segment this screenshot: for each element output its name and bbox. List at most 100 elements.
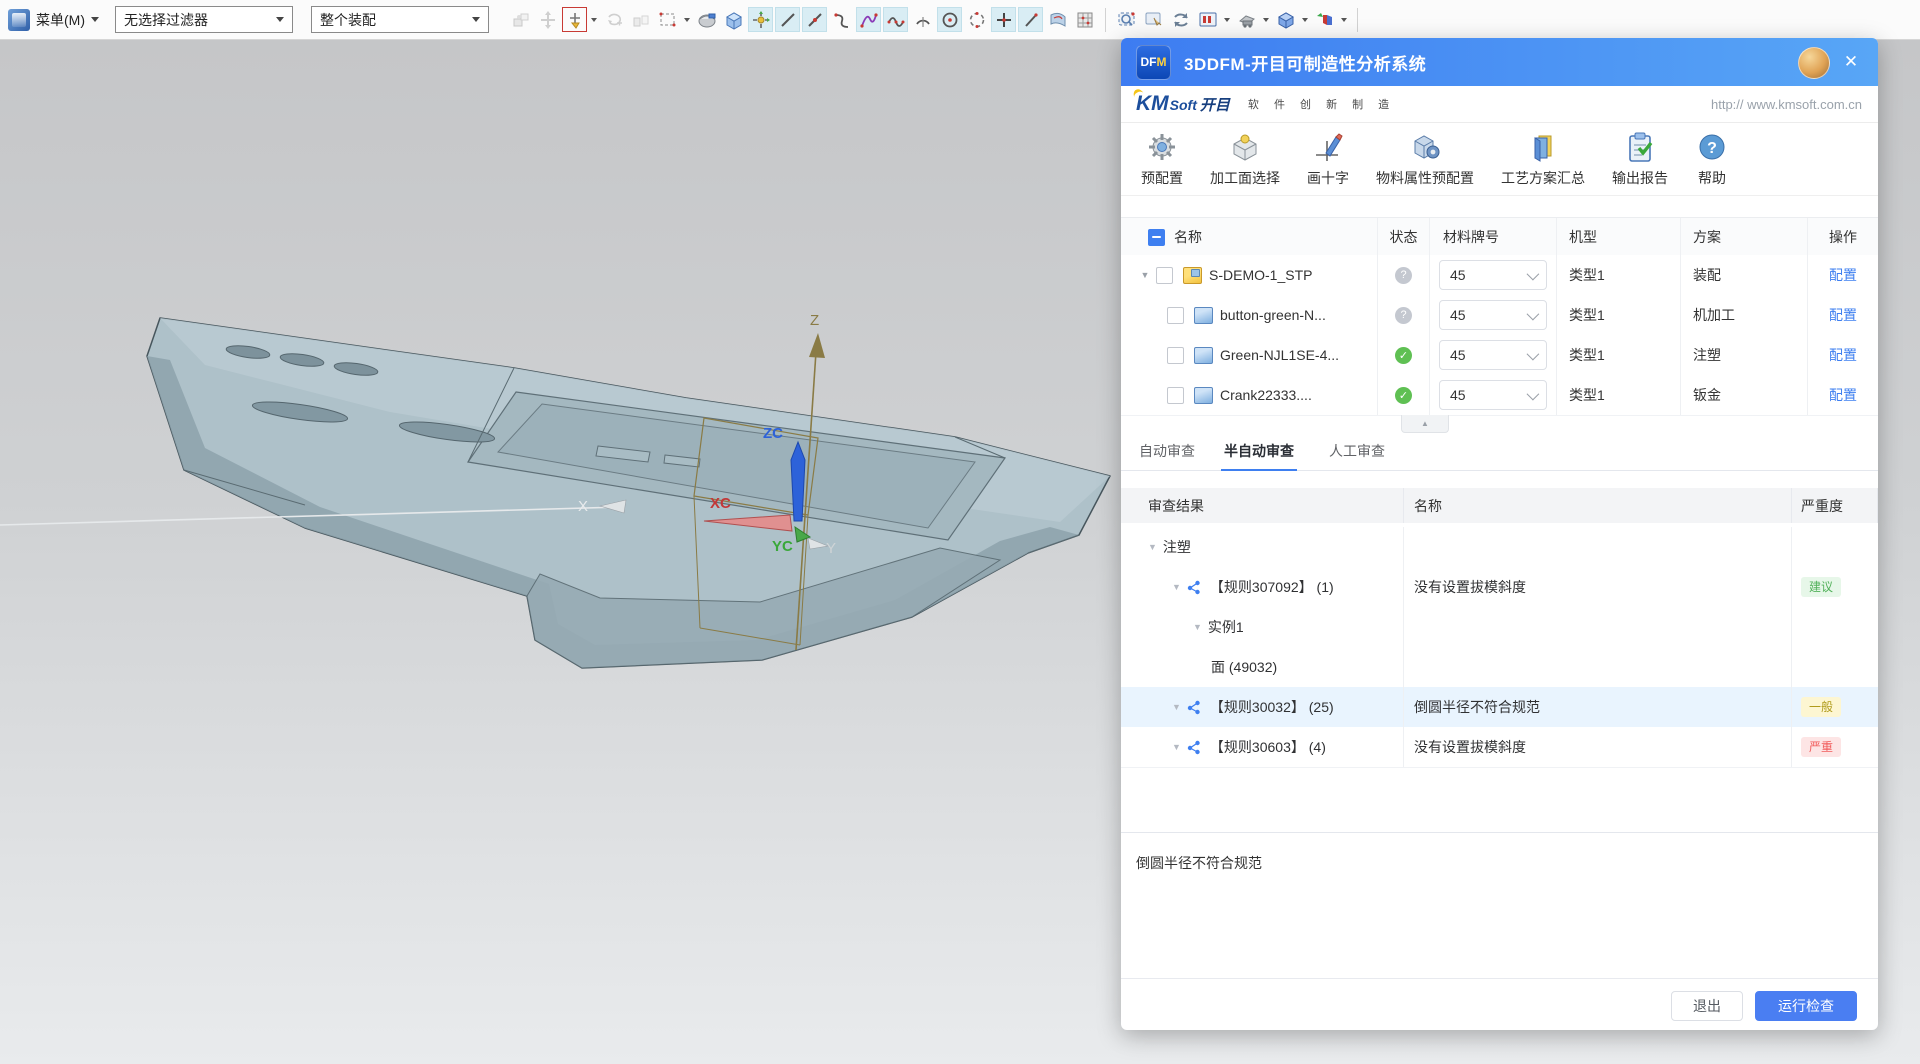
result-instance-row[interactable]: 实例1 <box>1121 607 1878 648</box>
fit-curve-icon[interactable] <box>883 7 908 32</box>
assembly-icon <box>1183 267 1202 284</box>
process-plan-summary-button[interactable]: 工艺方案汇总 <box>1501 130 1585 188</box>
dialog-titlebar[interactable]: DFM 3DDFM-开目可制造性分析系统 <box>1121 38 1878 86</box>
collapse-caret-icon[interactable] <box>1172 702 1181 712</box>
plotter-output-caret[interactable] <box>1263 18 1269 22</box>
question-icon: ? <box>1695 130 1729 164</box>
quick-point-icon[interactable] <box>991 7 1016 32</box>
part-row[interactable]: Green-NJL1SE-4... 45 类型1 注塑 配置 <box>1121 335 1878 376</box>
dfm-action-bar: 预配置 加工面选择 画十字 物料属性预配置 工艺方案汇总 输出报告 ? 帮助 <box>1121 122 1878 196</box>
row-checkbox[interactable] <box>1167 387 1184 404</box>
configure-link[interactable]: 配置 <box>1829 265 1857 285</box>
result-label: 面 (49032) <box>1211 657 1277 677</box>
collapse-table-button[interactable] <box>1401 415 1449 433</box>
collapse-caret-icon[interactable] <box>1148 542 1157 552</box>
tab-manual-review[interactable]: 人工审查 <box>1328 432 1386 469</box>
window-layout-icon[interactable] <box>1195 7 1220 32</box>
rotate-component-icon[interactable] <box>601 7 626 32</box>
snap-filter-icon[interactable] <box>562 7 587 32</box>
action-label: 工艺方案汇总 <box>1501 168 1585 188</box>
draw-cross-button[interactable]: 画十字 <box>1307 130 1349 188</box>
menu-dropdown-caret[interactable] <box>91 17 99 22</box>
sheet-surface-icon[interactable] <box>1045 7 1070 32</box>
arc-icon[interactable] <box>910 7 935 32</box>
move-component-icon[interactable] <box>535 7 560 32</box>
datum-grid-icon[interactable] <box>1072 7 1097 32</box>
result-rule-row-selected[interactable]: 【规则30032】 (25) 倒圆半径不符合规范 一般 <box>1121 687 1878 728</box>
collapse-caret-icon[interactable] <box>1172 582 1181 592</box>
column-header-action: 操作 <box>1808 218 1878 256</box>
box-select-icon <box>1228 130 1262 164</box>
datum-point-icon[interactable] <box>748 7 773 32</box>
menu-button[interactable]: 菜单(M) <box>36 10 85 30</box>
user-avatar[interactable] <box>1798 47 1830 79</box>
pencil-cross-icon <box>1311 130 1345 164</box>
result-rule-row[interactable]: 【规则30603】 (4) 没有设置拔模斜度 严重 <box>1121 727 1878 768</box>
selection-filter-select[interactable]: 无选择过滤器 <box>115 6 293 33</box>
line-icon[interactable] <box>775 7 800 32</box>
selection-rectangle-caret[interactable] <box>684 18 690 22</box>
mirror-component-icon[interactable] <box>628 7 653 32</box>
column-header-severity: 严重度 <box>1792 488 1878 523</box>
zoom-window-icon[interactable] <box>1114 7 1139 32</box>
solid-view-caret[interactable] <box>1302 18 1308 22</box>
circle-center-icon[interactable] <box>937 7 962 32</box>
window-layout-caret[interactable] <box>1224 18 1230 22</box>
visual-effects-icon[interactable] <box>1312 7 1337 32</box>
help-button[interactable]: ? 帮助 <box>1695 130 1729 188</box>
run-check-button[interactable]: 运行检查 <box>1755 991 1857 1021</box>
snap-filter-caret[interactable] <box>591 18 597 22</box>
row-checkbox[interactable] <box>1167 347 1184 364</box>
selection-rectangle-icon[interactable] <box>655 7 680 32</box>
bridge-curve-icon[interactable] <box>829 7 854 32</box>
severity-badge: 严重 <box>1801 737 1841 757</box>
preconfigure-button[interactable]: 预配置 <box>1141 130 1183 188</box>
configure-link[interactable]: 配置 <box>1829 305 1857 325</box>
app-logo-icon <box>8 9 30 31</box>
quick-line-icon[interactable] <box>1018 7 1043 32</box>
machining-face-select-button[interactable]: 加工面选择 <box>1210 130 1280 188</box>
selection-scope-select[interactable]: 整个装配 <box>311 6 489 33</box>
collapse-caret-icon[interactable] <box>1193 622 1202 632</box>
solid-box-icon[interactable] <box>721 7 746 32</box>
refresh-view-icon[interactable] <box>1168 7 1193 32</box>
close-icon[interactable] <box>1840 51 1862 73</box>
part-row[interactable]: Crank22333.... 45 类型1 钣金 配置 <box>1121 375 1878 416</box>
solid-view-icon[interactable] <box>1273 7 1298 32</box>
studio-spline-icon[interactable] <box>856 7 881 32</box>
machine-type: 类型1 <box>1557 335 1681 375</box>
dfm-dialog: DFM 3DDFM-开目可制造性分析系统 KMSoft开目 软 件 创 新 制 … <box>1121 38 1878 1030</box>
pan-view-icon[interactable] <box>1141 7 1166 32</box>
circle-icon[interactable] <box>964 7 989 32</box>
material-select[interactable]: 45 <box>1439 260 1547 290</box>
material-select[interactable]: 45 <box>1439 380 1547 410</box>
part-row[interactable]: button-green-N... 45 类型1 机加工 配置 <box>1121 295 1878 336</box>
parts-table: 名称 状态 材料牌号 机型 方案 操作 S-DEMO-1_STP 45 类型1 … <box>1121 217 1878 415</box>
plotter-output-icon[interactable] <box>1234 7 1259 32</box>
action-label: 预配置 <box>1141 168 1183 188</box>
configure-link[interactable]: 配置 <box>1829 385 1857 405</box>
material-select[interactable]: 45 <box>1439 300 1547 330</box>
material-properties-button[interactable]: 物料属性预配置 <box>1376 130 1474 188</box>
result-face-row[interactable]: 面 (49032) <box>1121 647 1878 688</box>
column-header-name: 名称 <box>1174 227 1202 247</box>
assembly-constraints-icon[interactable] <box>508 7 533 32</box>
result-group-row[interactable]: 注塑 <box>1121 527 1878 568</box>
tab-auto-review[interactable]: 自动审查 <box>1138 432 1196 469</box>
visual-effects-caret[interactable] <box>1341 18 1347 22</box>
shaded-sphere-icon[interactable] <box>694 7 719 32</box>
material-select[interactable]: 45 <box>1439 340 1547 370</box>
row-checkbox[interactable] <box>1167 307 1184 324</box>
expand-caret-icon[interactable] <box>1139 270 1151 280</box>
result-rule-row[interactable]: 【规则307092】 (1) 没有设置拔模斜度 建议 <box>1121 567 1878 608</box>
exit-button[interactable]: 退出 <box>1671 991 1743 1021</box>
output-report-button[interactable]: 输出报告 <box>1612 130 1668 188</box>
row-checkbox[interactable] <box>1156 267 1173 284</box>
selection-scope-value: 整个装配 <box>320 10 376 30</box>
configure-link[interactable]: 配置 <box>1829 345 1857 365</box>
tab-semi-auto-review[interactable]: 半自动审查 <box>1221 432 1297 471</box>
part-row-assembly[interactable]: S-DEMO-1_STP 45 类型1 装配 配置 <box>1121 255 1878 296</box>
select-all-checkbox[interactable] <box>1148 229 1165 246</box>
collapse-caret-icon[interactable] <box>1172 742 1181 752</box>
profile-line-icon[interactable] <box>802 7 827 32</box>
